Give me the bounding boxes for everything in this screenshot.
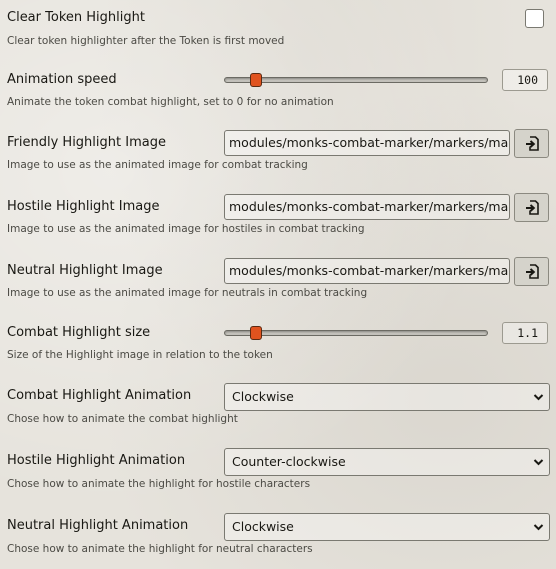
setting-label: Friendly Highlight Image (7, 135, 166, 150)
setting-hint: Clear token highlighter after the Token … (7, 35, 285, 47)
setting-label: Combat Highlight size (7, 325, 151, 340)
file-import-icon (525, 136, 539, 151)
hostile-file-picker-button[interactable] (514, 193, 549, 222)
setting-hint: Image to use as the animated image for c… (7, 159, 308, 171)
chevron-down-icon (533, 394, 544, 401)
setting-hint: Chose how to animate the highlight for h… (7, 478, 311, 490)
setting-animation-speed: Animation speed 100 Animate the token co… (0, 62, 556, 120)
setting-hostile-animation: Hostile Highlight Animation Counter-cloc… (0, 443, 556, 505)
select-value: Clockwise (232, 519, 294, 534)
setting-label: Hostile Highlight Image (7, 199, 160, 214)
setting-neutral-animation: Neutral Highlight Animation Clockwise Ch… (0, 508, 556, 569)
neutral-image-input[interactable]: modules/monks-combat-marker/markers/mark… (224, 258, 510, 284)
file-import-icon (525, 200, 539, 215)
highlight-size-value: 1.1 (502, 322, 548, 344)
setting-hostile-image: Hostile Highlight Image modules/monks-co… (0, 188, 556, 250)
combat-animation-select[interactable]: Clockwise (224, 383, 550, 411)
friendly-image-input[interactable]: modules/monks-combat-marker/markers/mark… (224, 130, 510, 156)
setting-highlight-size: Combat Highlight size 1.1 Size of the Hi… (0, 315, 556, 373)
chevron-down-icon (533, 524, 544, 531)
setting-hint: Chose how to animate the highlight for n… (7, 543, 313, 555)
setting-hint: Animate the token combat highlight, set … (7, 96, 334, 108)
setting-hint: Chose how to animate the combat highligh… (7, 413, 238, 425)
setting-label: Clear Token Highlight (7, 10, 145, 25)
slider-thumb[interactable] (250, 326, 263, 340)
select-value: Counter-clockwise (232, 454, 346, 469)
setting-hint: Image to use as the animated image for h… (7, 223, 365, 235)
setting-label: Hostile Highlight Animation (7, 453, 186, 468)
setting-hint: Size of the Highlight image in relation … (7, 349, 273, 361)
setting-label: Neutral Highlight Image (7, 263, 163, 278)
highlight-size-slider[interactable] (224, 326, 488, 340)
setting-combat-animation: Combat Highlight Animation Clockwise Cho… (0, 378, 556, 440)
neutral-animation-select[interactable]: Clockwise (224, 513, 550, 541)
file-import-icon (525, 264, 539, 279)
slider-thumb[interactable] (250, 73, 263, 87)
select-value: Clockwise (232, 389, 294, 404)
neutral-file-picker-button[interactable] (514, 257, 549, 286)
setting-label: Combat Highlight Animation (7, 388, 192, 403)
chevron-down-icon (533, 459, 544, 466)
animation-speed-slider[interactable] (224, 73, 488, 87)
hostile-image-input[interactable]: modules/monks-combat-marker/markers/mark… (224, 194, 510, 220)
setting-label: Neutral Highlight Animation (7, 518, 189, 533)
module-settings-panel: Clear Token Highlight Clear token highli… (0, 0, 556, 569)
friendly-file-picker-button[interactable] (514, 129, 549, 158)
setting-hint: Image to use as the animated image for n… (7, 287, 368, 299)
setting-clear-token: Clear Token Highlight Clear token highli… (0, 0, 556, 58)
hostile-animation-select[interactable]: Counter-clockwise (224, 448, 550, 476)
setting-friendly-image: Friendly Highlight Image modules/monks-c… (0, 124, 556, 186)
setting-label: Animation speed (7, 72, 117, 87)
clear-token-checkbox[interactable] (525, 9, 544, 28)
setting-neutral-image: Neutral Highlight Image modules/monks-co… (0, 252, 556, 314)
animation-speed-value: 100 (502, 69, 548, 91)
